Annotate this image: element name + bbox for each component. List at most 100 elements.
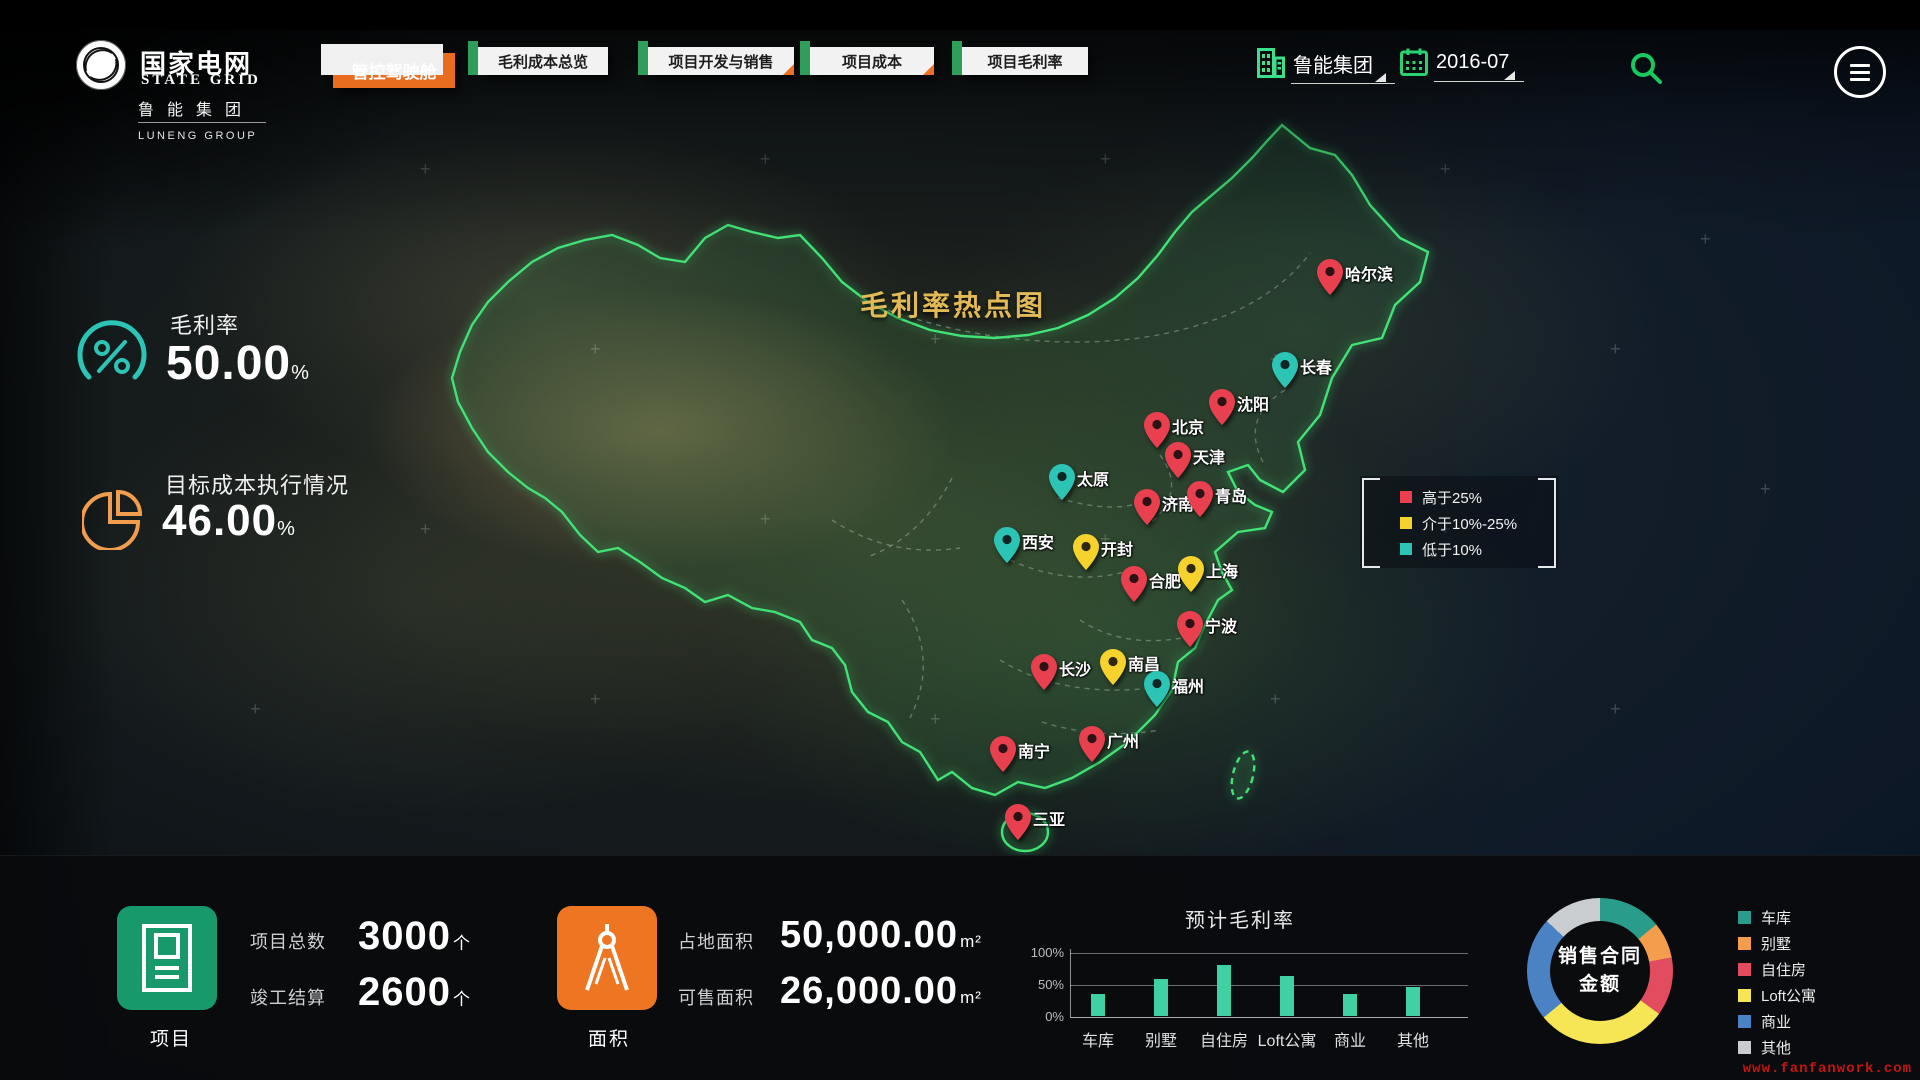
legend-color-swatch [1400, 543, 1412, 555]
city-pin[interactable]: 福州 [1144, 671, 1170, 707]
calendar-icon [1400, 48, 1428, 76]
grid-cross: + [420, 520, 431, 538]
map-legend-item: 高于25% [1400, 484, 1517, 510]
bar-category-label: 其他 [1397, 1027, 1429, 1051]
city-label: 沈阳 [1237, 391, 1269, 415]
city-pin[interactable]: 沈阳 [1209, 389, 1235, 425]
org-underline [1291, 83, 1395, 84]
city-pin[interactable]: 济南 [1134, 489, 1160, 525]
menu-button[interactable] [1834, 46, 1886, 98]
city-pin[interactable]: 长沙 [1031, 654, 1057, 690]
compass-icon [579, 922, 635, 994]
donut-legend-swatch [1738, 937, 1751, 950]
nav-tab[interactable]: 毛利成本总览 [478, 47, 608, 75]
city-label: 开封 [1101, 536, 1133, 560]
city-pin[interactable]: 广州 [1079, 726, 1105, 762]
donut-legend-label: 自住房 [1761, 959, 1806, 980]
tab-accent-bar [638, 41, 648, 75]
city-label: 福州 [1172, 673, 1204, 697]
city-label: 南宁 [1018, 738, 1050, 762]
donut-legend-item: 其他 [1738, 1034, 1816, 1060]
map-marker-icon [1100, 649, 1126, 685]
bar-车库 [1091, 994, 1105, 1016]
project-card-title: 项目 [150, 1024, 192, 1051]
grid-cross: + [1270, 690, 1281, 708]
tab-label: 管控驾驶舱 [352, 58, 437, 83]
city-pin[interactable]: 南宁 [990, 736, 1016, 772]
donut-legend-swatch [1738, 911, 1751, 924]
city-pin[interactable]: 合肥 [1121, 566, 1147, 602]
project-card-icon [117, 906, 217, 1010]
org-selector[interactable]: 鲁能集团 [1257, 48, 1373, 78]
city-pin[interactable]: 哈尔滨 [1317, 259, 1343, 295]
grid-cross: + [590, 690, 601, 708]
city-label: 长春 [1300, 354, 1332, 378]
donut-legend-label: 别墅 [1761, 933, 1791, 954]
map-marker-icon [1187, 481, 1213, 517]
city-label: 天津 [1193, 444, 1225, 468]
map-legend-items: 高于25% 介于10%-25% 低于10% [1400, 484, 1517, 562]
nav-tab[interactable]: 项目毛利率 [962, 47, 1088, 75]
city-pin[interactable]: 宁波 [1177, 611, 1203, 647]
search-icon[interactable] [1628, 50, 1664, 86]
dashboard: ++++++++++++++++++++ 国家电网 STATE GRID 鲁能集… [0, 0, 1920, 1080]
bar-商业 [1343, 994, 1357, 1016]
legend-label: 低于10% [1422, 539, 1482, 560]
bar-别墅 [1154, 979, 1168, 1016]
city-label: 长沙 [1059, 656, 1091, 680]
donut-legend-item: 别墅 [1738, 930, 1816, 956]
grid-cross: + [1610, 700, 1621, 718]
bar-chart-title: 预计毛利率 [1160, 904, 1320, 933]
x-axis-line [1070, 1017, 1468, 1018]
nav-tab[interactable]: 项目成本 [810, 47, 934, 75]
city-pin[interactable]: 青岛 [1187, 481, 1213, 517]
org-name: 鲁能集团 [1293, 49, 1373, 78]
brand-group-en: LUNENG GROUP [138, 130, 257, 142]
bar-Loft公寓 [1280, 976, 1294, 1016]
donut-legend-swatch [1738, 1015, 1751, 1028]
grid-cross: + [1700, 230, 1711, 248]
city-pin[interactable]: 西安 [994, 527, 1020, 563]
map-marker-icon [1134, 489, 1160, 525]
map-marker-icon [1272, 352, 1298, 388]
nav-tab[interactable]: 项目开发与销售 [648, 47, 794, 75]
y-tick-label: 50% [1024, 977, 1064, 992]
city-pin[interactable]: 天津 [1165, 442, 1191, 478]
tab-label: 项目成本 [842, 51, 902, 72]
city-label: 西安 [1022, 529, 1054, 553]
percent-gauge-icon [76, 320, 148, 392]
tab-accent-bar [468, 41, 478, 75]
legend-color-swatch [1400, 491, 1412, 503]
city-pin[interactable]: 太原 [1049, 464, 1075, 500]
map-title: 毛利率热点图 [860, 284, 1046, 324]
bar-自住房 [1217, 965, 1231, 1016]
city-pin[interactable]: 上海 [1178, 556, 1204, 592]
area-card-icon [557, 906, 657, 1010]
brand-title-en: STATE GRID [141, 72, 261, 89]
tab-label: 项目毛利率 [987, 51, 1062, 72]
donut-legend-item: 商业 [1738, 1008, 1816, 1034]
tab-accent-bar [800, 41, 810, 75]
legend-color-swatch [1400, 517, 1412, 529]
donut-legend-label: Loft公寓 [1761, 985, 1816, 1006]
city-pin[interactable]: 三亚 [1005, 804, 1031, 840]
nav-tab[interactable]: 管控驾驶舱 [333, 53, 455, 88]
top-black-bar [0, 0, 1920, 30]
grid-cross: + [760, 150, 771, 168]
city-pin[interactable]: 南昌 [1100, 649, 1126, 685]
map-marker-icon [1079, 726, 1105, 762]
area-sellable-value: 26,000.00m² [780, 970, 982, 1013]
donut-legend-item: Loft公寓 [1738, 982, 1816, 1008]
date-underline [1434, 81, 1524, 82]
date-selector[interactable]: 2016-07 [1400, 48, 1509, 76]
org-dropdown-icon [1375, 73, 1386, 82]
donut-legend-swatch [1738, 989, 1751, 1002]
city-pin[interactable]: 开封 [1073, 534, 1099, 570]
y-axis-line [1070, 949, 1071, 1017]
donut-legend-item: 车库 [1738, 904, 1816, 930]
bar-category-label: 车库 [1082, 1027, 1114, 1051]
tab-corner-accent [783, 64, 794, 75]
city-pin[interactable]: 长春 [1272, 352, 1298, 388]
donut-legend-item: 自住房 [1738, 956, 1816, 982]
bar-category-label: 别墅 [1145, 1027, 1177, 1051]
